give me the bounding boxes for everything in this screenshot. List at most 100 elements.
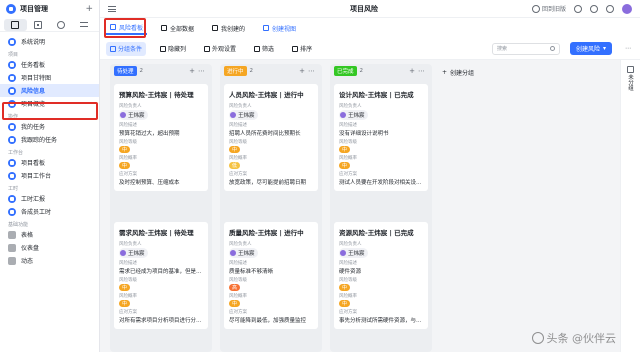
probability-chip: 中 [229,300,241,307]
tab-all-data[interactable]: 全部数据 [157,21,198,35]
sidebar-item-my-tasks[interactable]: 我的任务 [0,120,99,133]
column-count: 2 [249,68,254,74]
group-by-button[interactable]: 分组条件 [106,41,147,56]
filter-button[interactable]: 筛选 [250,42,278,56]
sidebar-item-activity[interactable]: 动态 [0,254,99,267]
sidebar-item-label: 系统说明 [21,39,46,46]
column-count: 2 [359,68,364,74]
add-group-label: 创建分组 [450,70,475,77]
sidebar-item-label: 动态 [21,258,34,265]
sidebar-item-task-board[interactable]: 任务看板 [0,58,99,71]
owner-tag: 王炜宸 [339,110,368,120]
owner-name: 王炜宸 [238,113,255,119]
sidebar-item-project-overview[interactable]: 项目概览 [0,97,99,110]
tab-label: 全部数据 [170,25,195,33]
field-label: 风险等级 [229,278,247,283]
field-label: 风险描述 [119,123,137,128]
field-label: 应对方案 [339,172,357,177]
avatar [340,112,346,118]
field-label: 风险概率 [339,294,357,299]
probability-chip: 中 [339,300,351,307]
appearance-button[interactable]: 外观设置 [200,42,240,56]
tab-home[interactable] [4,18,27,31]
kanban-icon [110,24,116,30]
sidebar-item-project-board[interactable]: 项目看板 [0,156,99,169]
toolbar-label: 排序 [300,46,313,53]
field-label: 风险描述 [339,123,357,128]
app-logo-icon [6,4,16,14]
field-label: 风险等级 [339,140,357,145]
board-icon [8,60,16,69]
risk-card[interactable]: 资源风险-王炜宸 | 已完成 风险负责人 王炜宸 风险描述 硬件资源 风险等级 … [334,222,428,329]
sidebar-item-risk-info[interactable]: 风险信息 [0,84,99,97]
activity-icon [8,256,16,265]
toolbar: 分组条件 隐藏列 外观设置 筛选 排序 搜索 创建风险 ▾ ⋯ [100,38,640,60]
field-label: 风险描述 [339,261,357,266]
tab-workflow[interactable] [72,19,95,31]
sidebar-item-gantt[interactable]: 项目甘特图 [0,71,99,84]
workflow-icon [79,22,88,27]
menu-icon[interactable] [108,5,116,12]
sidebar-item-label: 我跟踪的任务 [21,137,58,144]
avatar[interactable] [622,3,632,14]
create-view-label: 创建视图 [272,25,297,33]
grid-apps-icon[interactable] [590,4,598,13]
sidebar-item-hours-report[interactable]: 工时汇报 [0,192,99,205]
sidebar-item-project-workbench[interactable]: 项目工作台 [0,169,99,182]
add-icon[interactable]: + [85,4,93,14]
tab-apps[interactable] [27,19,50,31]
card-title: 人员风险-王炜宸 | 进行中 [229,91,304,99]
tab-risk-board[interactable]: 风险看板 [106,21,148,35]
guide-icon [8,37,16,46]
group-icon [110,45,116,52]
risk-card[interactable]: 需求风险-王炜宸 | 待处理 风险负责人 王炜宸 风险描述 需求已经成为项目的基… [114,222,208,329]
field-label: 风险等级 [339,278,357,283]
field-label: 风险描述 [229,261,247,266]
ungrouped-panel[interactable]: 未分组 [620,60,640,352]
bell-icon[interactable] [574,4,582,13]
level-chip: 中 [229,146,241,153]
sidebar-item-member-hours[interactable]: 各成员工时 [0,205,99,218]
sidebar-item-table[interactable]: 表格 [0,228,99,241]
create-risk-button[interactable]: 创建风险 ▾ [569,42,612,55]
sidebar-item-system-guide[interactable]: 系统说明 [0,35,99,48]
owner-tag: 王炜宸 [339,248,368,258]
field-label: 风险负责人 [339,242,362,247]
card-title: 资源风险-王炜宸 | 已完成 [339,229,414,237]
topbar: 项目风险 回到旧版 [100,0,640,18]
card-title: 需求风险-王炜宸 | 待处理 [119,229,194,237]
card-title: 预算风险-王炜宸 | 待处理 [119,91,194,99]
sidebar-item-label: 项目甘特图 [21,75,52,82]
risk-card[interactable]: 设计风险-王炜宸 | 已完成 风险负责人 王炜宸 风险描述 没有详细设计说明书 … [334,84,428,191]
add-group-button[interactable]: + 创建分组 [442,68,474,77]
more-icon[interactable]: ⋯ [622,42,634,55]
risk-card[interactable]: 质量风险-王炜宸 | 进行中 风险负责人 王炜宸 风险描述 质量标准不够清晰 风… [224,222,318,329]
sort-button[interactable]: 排序 [288,42,316,56]
field-label: 风险描述 [119,261,137,266]
tab-created-by-me[interactable]: 我创建的 [208,21,249,35]
risk-card[interactable]: 预算风险-王炜宸 | 待处理 风险负责人 王炜宸 风险描述 预算花销过大，超出预… [114,84,208,191]
sidebar-item-tracked-tasks[interactable]: 我跟踪的任务 [0,133,99,146]
column-actions[interactable]: +⋯ [299,67,318,75]
column-actions[interactable]: +⋯ [189,67,208,75]
field-value: 预算花销过大，超出预期 [119,131,180,137]
field-label: 风险概率 [119,294,137,299]
back-to-old-button[interactable]: 回到旧版 [531,4,566,13]
watermark: 头条 @伙伴云 [531,330,616,346]
help-icon[interactable] [606,4,614,13]
tab-recent[interactable] [50,19,73,31]
risk-card[interactable]: 人员风险-王炜宸 | 进行中 风险负责人 王炜宸 风险描述 招聘人员所花费时间比… [224,84,318,191]
sidebar-tabs [0,18,99,32]
create-view-button[interactable]: 创建视图 [259,21,300,35]
hide-columns-button[interactable]: 隐藏列 [156,42,190,56]
kanban-board: 待处理 2 +⋯ 预算风险-王炜宸 | 待处理 风险负责人 王炜宸 风险描述 预… [104,64,614,352]
track-icon [8,135,16,144]
search-input[interactable]: 搜索 [491,42,560,55]
field-value: 事先分析测试所需硬件资源，与这… [339,318,423,324]
nav-group-label: 协作 [8,114,19,120]
kanban-column-done: 已完成 2 +⋯ 设计风险-王炜宸 | 已完成 风险负责人 王炜宸 风险描述 没… [330,64,432,352]
sidebar-item-dashboard[interactable]: 仪表盘 [0,241,99,254]
app-header: 项目管理 + [0,0,99,18]
sidebar-item-label: 我的任务 [21,124,46,131]
column-actions[interactable]: +⋯ [409,67,428,75]
